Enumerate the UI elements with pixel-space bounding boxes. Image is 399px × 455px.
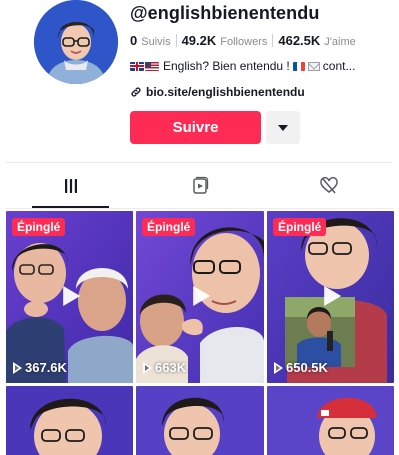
following-label[interactable]: Suivis bbox=[141, 36, 170, 48]
video-grid: Épinglé 367.6K Épinglé 663K Épinglé 650.… bbox=[6, 211, 394, 455]
followers-count[interactable]: 49.2K bbox=[182, 33, 217, 48]
video-thumbnail[interactable]: Épinglé 367.6K bbox=[6, 211, 133, 383]
video-thumbnail-image bbox=[267, 386, 394, 455]
video-thumbnail[interactable] bbox=[6, 386, 133, 455]
view-count: 367.6K bbox=[13, 360, 67, 375]
play-icon bbox=[323, 286, 341, 306]
video-thumbnail[interactable]: Épinglé 650.5K bbox=[267, 211, 394, 383]
tab-reposts[interactable] bbox=[135, 163, 264, 208]
bio-more-text: cont... bbox=[322, 59, 356, 73]
link-icon bbox=[131, 87, 141, 97]
caret-down-icon bbox=[278, 124, 288, 131]
tab-liked[interactable] bbox=[264, 163, 393, 208]
us-flag-icon bbox=[145, 61, 159, 71]
stats-divider bbox=[175, 34, 177, 47]
view-count-text: 367.6K bbox=[25, 360, 67, 375]
view-count-text: 663K bbox=[155, 360, 187, 375]
profile-link[interactable]: bio.site/englishbienentendu bbox=[130, 85, 305, 99]
video-thumbnail[interactable] bbox=[136, 386, 264, 455]
video-thumbnail[interactable] bbox=[267, 386, 394, 455]
tabs-divider bbox=[6, 208, 393, 209]
bio-text: English? Bien entendu ! bbox=[163, 59, 290, 73]
followers-label[interactable]: Followers bbox=[220, 36, 267, 48]
profile-avatar[interactable] bbox=[34, 0, 118, 84]
profile-tabs bbox=[6, 163, 393, 208]
profile-username: @englishbienentendu bbox=[130, 3, 320, 23]
following-count[interactable]: 0 bbox=[130, 33, 137, 48]
views-play-icon bbox=[13, 361, 23, 374]
repost-icon bbox=[192, 176, 208, 194]
liked-hidden-icon bbox=[319, 176, 338, 193]
envelope-icon bbox=[307, 61, 320, 71]
pinned-badge: Épinglé bbox=[273, 218, 327, 236]
view-count: 663K bbox=[143, 360, 187, 375]
follow-button[interactable]: Suivre bbox=[130, 111, 261, 144]
views-play-icon bbox=[274, 361, 284, 374]
pinned-badge: Épinglé bbox=[142, 218, 196, 236]
avatar-image bbox=[34, 0, 118, 84]
likes-label: J'aime bbox=[324, 36, 356, 48]
play-icon bbox=[62, 286, 80, 306]
view-count-text: 650.5K bbox=[286, 360, 328, 375]
more-options-button[interactable] bbox=[266, 111, 300, 144]
play-icon bbox=[193, 286, 211, 306]
likes-count: 462.5K bbox=[278, 33, 321, 48]
fr-flag-icon bbox=[292, 61, 305, 71]
video-thumbnail-image bbox=[136, 386, 264, 455]
profile-stats: 0 Suivis 49.2K Followers 462.5K J'aime bbox=[130, 33, 356, 48]
uk-flag-icon bbox=[130, 61, 144, 71]
video-thumbnail[interactable]: Épinglé 663K bbox=[136, 211, 264, 383]
tab-videos[interactable] bbox=[6, 163, 135, 208]
view-count: 650.5K bbox=[274, 360, 328, 375]
grid-icon bbox=[64, 178, 77, 193]
profile-link-text: bio.site/englishbienentendu bbox=[146, 85, 305, 99]
stats-divider bbox=[272, 34, 274, 47]
profile-bio[interactable]: English? Bien entendu ! cont... bbox=[130, 59, 355, 73]
video-thumbnail-image bbox=[6, 386, 133, 455]
views-play-icon bbox=[143, 361, 153, 374]
pinned-badge: Épinglé bbox=[12, 218, 66, 236]
